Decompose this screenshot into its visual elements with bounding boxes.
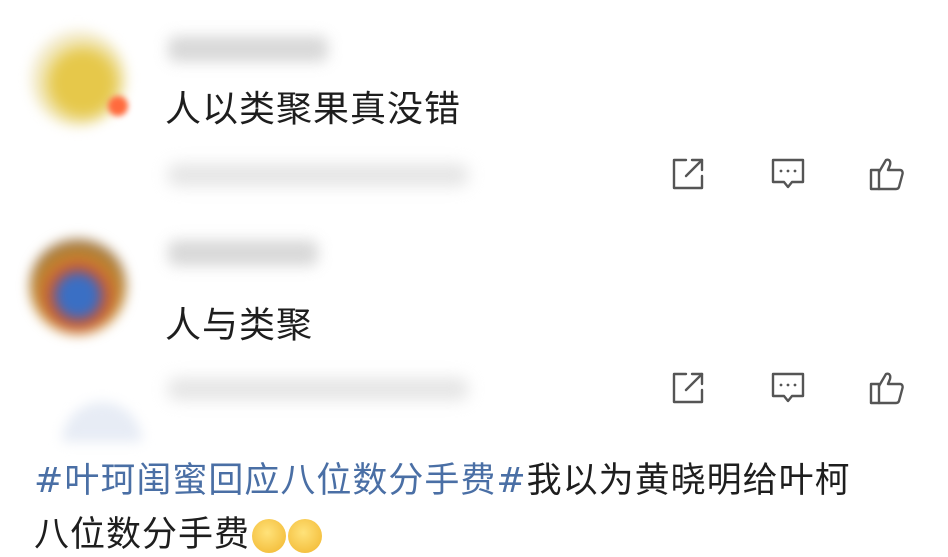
comment-meta <box>168 164 468 186</box>
caption-text: 八位数分手费 <box>34 515 251 555</box>
share-button[interactable] <box>666 366 710 410</box>
smile-emoji-icon <box>252 519 287 553</box>
share-button[interactable] <box>666 152 710 196</box>
verified-badge <box>108 96 128 116</box>
comment-icon <box>771 372 805 403</box>
share-icon <box>672 158 704 190</box>
like-button[interactable] <box>865 366 909 410</box>
hashtag-link[interactable]: #叶珂闺蜜回应八位数分手费# <box>34 461 527 501</box>
comment-item: 人与类聚 <box>0 210 948 440</box>
like-button[interactable] <box>865 152 909 196</box>
smile-emoji-icon <box>288 519 323 553</box>
share-icon <box>672 372 704 404</box>
comment-text: 人与类聚 <box>165 305 314 346</box>
thumbs-up-icon <box>869 158 904 191</box>
avatar[interactable] <box>30 238 126 334</box>
thumbs-up-icon <box>869 372 904 405</box>
comment-meta <box>168 378 468 400</box>
username[interactable] <box>168 36 328 62</box>
comment-item: 人以类聚果真没错 <box>0 0 948 210</box>
reply-button[interactable] <box>766 152 810 196</box>
post-caption: #叶珂闺蜜回应八位数分手费#我以为黄晓明给叶柯 <box>34 452 851 503</box>
caption-text: 我以为黄晓明给叶柯 <box>526 461 851 501</box>
comment-icon <box>771 158 805 189</box>
comment-text: 人以类聚果真没错 <box>165 89 462 130</box>
post-caption-line-2: 八位数分手费 <box>34 506 323 557</box>
username[interactable] <box>168 240 318 266</box>
reply-button[interactable] <box>766 366 810 410</box>
